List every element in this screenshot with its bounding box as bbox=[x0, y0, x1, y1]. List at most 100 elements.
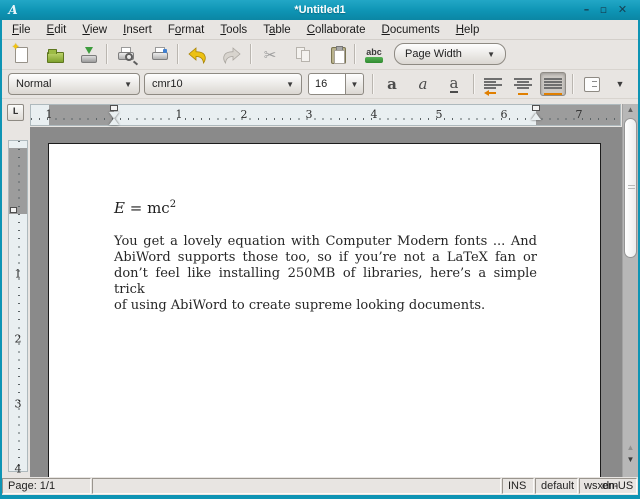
spellcheck-icon: abc bbox=[365, 47, 383, 63]
font-size-input[interactable]: 16 bbox=[308, 73, 346, 95]
menu-item-file[interactable]: File bbox=[4, 22, 39, 38]
ruler-number: 2 bbox=[240, 108, 248, 121]
right-indent-marker-square[interactable] bbox=[532, 105, 540, 111]
scrollbar-grip bbox=[628, 185, 635, 191]
ruler-number: 5 bbox=[435, 108, 443, 121]
equation-lhs: E bbox=[114, 199, 125, 217]
style-select[interactable]: Normal ▼ bbox=[8, 73, 140, 95]
scroll-down-arrow-icon[interactable]: ▼ bbox=[623, 454, 638, 466]
menu-item-table[interactable]: Table bbox=[255, 22, 299, 38]
vertical-scrollbar[interactable]: ▲ ▲ ▼ bbox=[622, 104, 638, 477]
align-left-button[interactable] bbox=[480, 72, 506, 96]
menu-item-insert[interactable]: Insert bbox=[115, 22, 160, 38]
numbered-list-button[interactable] bbox=[579, 72, 605, 96]
window-title: *Untitled1 bbox=[294, 4, 346, 16]
ruler-number: 6 bbox=[500, 108, 508, 121]
right-indent-marker[interactable] bbox=[531, 113, 541, 120]
format-toolbar: Normal ▼ cmr10 ▼ 16 ▼ a a a ▼ bbox=[2, 70, 638, 99]
clipboard-icon bbox=[330, 45, 346, 64]
ruler-number: 7 bbox=[575, 108, 583, 121]
align-left-icon bbox=[484, 77, 502, 96]
paste-button[interactable] bbox=[325, 42, 351, 68]
underline-button[interactable]: a bbox=[441, 72, 467, 96]
document-page[interactable]: E = mc2 You get a lovely equation with C… bbox=[48, 143, 601, 477]
print-button[interactable] bbox=[147, 42, 173, 68]
spellcheck-button[interactable]: abc bbox=[361, 42, 387, 68]
scissors-icon: ✂ bbox=[263, 47, 277, 64]
ruler-number: 3 bbox=[305, 108, 313, 121]
toolbar-separator bbox=[250, 44, 252, 64]
menu-item-help[interactable]: Help bbox=[448, 22, 488, 38]
zoom-value: Page Width bbox=[405, 48, 462, 60]
font-size-dropdown-button[interactable]: ▼ bbox=[346, 73, 364, 95]
underline-icon: a bbox=[449, 74, 459, 93]
font-select[interactable]: cmr10 ▼ bbox=[144, 73, 302, 95]
document-canvas: E = mc2 You get a lovely equation with C… bbox=[30, 127, 622, 477]
save-icon bbox=[80, 47, 98, 63]
left-indent-marker-lower[interactable] bbox=[109, 118, 119, 125]
status-language: wsxdm en-US bbox=[579, 478, 637, 494]
menu-item-edit[interactable]: Edit bbox=[39, 22, 75, 38]
menu-bar: File Edit View Insert Format Tools Table Collab… bbox=[2, 20, 638, 40]
save-button[interactable] bbox=[76, 42, 102, 68]
tab-stop-button[interactable]: L bbox=[7, 104, 24, 121]
print-icon bbox=[151, 47, 169, 63]
status-message-area bbox=[92, 478, 501, 494]
toolbar-separator bbox=[106, 44, 108, 64]
cut-button[interactable]: ✂ bbox=[257, 42, 283, 68]
italic-button[interactable]: a bbox=[410, 72, 436, 96]
undo-icon bbox=[187, 46, 206, 64]
bold-icon: a bbox=[387, 75, 397, 93]
equation-line: E = mc2 bbox=[114, 199, 176, 217]
toolbar-separator bbox=[572, 74, 574, 94]
copy-button[interactable] bbox=[291, 42, 317, 68]
font-size-value: 16 bbox=[315, 78, 328, 90]
print-preview-icon bbox=[117, 47, 135, 63]
toolbar-overflow-button[interactable]: ▼ bbox=[610, 72, 630, 96]
align-justify-button[interactable] bbox=[540, 72, 566, 96]
copy-icon bbox=[296, 47, 312, 63]
new-document-button[interactable] bbox=[8, 42, 34, 68]
open-folder-icon bbox=[46, 48, 64, 63]
menu-item-collaborate[interactable]: Collaborate bbox=[299, 22, 374, 38]
close-button[interactable]: ✕ bbox=[615, 2, 630, 17]
italic-icon: a bbox=[418, 75, 428, 93]
equation-rhs: mc bbox=[147, 199, 170, 217]
body-paragraph[interactable]: You get a lovely equation with Computer … bbox=[114, 234, 537, 314]
scroll-up-arrow-icon[interactable]: ▲ bbox=[623, 104, 638, 116]
scrollbar-thumb[interactable] bbox=[624, 118, 637, 258]
zoom-select[interactable]: Page Width ▼ bbox=[394, 43, 506, 65]
first-line-indent-marker[interactable] bbox=[110, 105, 118, 111]
status-language-text-b: en-US bbox=[602, 480, 634, 492]
redo-button[interactable] bbox=[218, 42, 244, 68]
bold-button[interactable]: a bbox=[379, 72, 405, 96]
open-button[interactable] bbox=[42, 42, 68, 68]
left-margin-zone bbox=[49, 105, 114, 125]
horizontal-ruler[interactable]: 1 1 2 3 4 5 6 7 bbox=[30, 104, 621, 126]
menu-item-format[interactable]: Format bbox=[160, 22, 212, 38]
undo-button[interactable] bbox=[184, 42, 210, 68]
chevron-down-icon: ▼ bbox=[615, 79, 625, 89]
ruler-number: 1 bbox=[175, 108, 183, 121]
toolbar-separator bbox=[177, 44, 179, 64]
ruler-number: 3 bbox=[14, 397, 22, 411]
scroll-up-arrow-bottom-icon[interactable]: ▲ bbox=[623, 442, 638, 454]
redo-icon bbox=[222, 46, 241, 64]
align-center-button[interactable] bbox=[510, 72, 536, 96]
chevron-down-icon: ▼ bbox=[124, 79, 132, 89]
top-margin-marker[interactable] bbox=[10, 207, 17, 213]
menu-item-tools[interactable]: Tools bbox=[212, 22, 255, 38]
title-bar[interactable]: A *Untitled1 – ▫ ✕ bbox=[0, 0, 640, 20]
ruler-number: 1 bbox=[45, 108, 53, 121]
menu-item-documents[interactable]: Documents bbox=[374, 22, 448, 38]
status-style: default bbox=[535, 478, 578, 494]
maximize-button[interactable]: ▫ bbox=[596, 2, 611, 17]
paragraph-line: of using AbiWord to create supreme looki… bbox=[114, 298, 486, 313]
print-preview-button[interactable] bbox=[113, 42, 139, 68]
left-ruler-column: 1 2 3 4 bbox=[2, 127, 30, 477]
menu-item-view[interactable]: View bbox=[74, 22, 115, 38]
minimize-button[interactable]: – bbox=[579, 2, 594, 17]
font-value: cmr10 bbox=[152, 78, 183, 90]
paragraph-line: You get a lovely equation with Computer … bbox=[114, 234, 537, 249]
align-justify-icon bbox=[544, 77, 562, 95]
